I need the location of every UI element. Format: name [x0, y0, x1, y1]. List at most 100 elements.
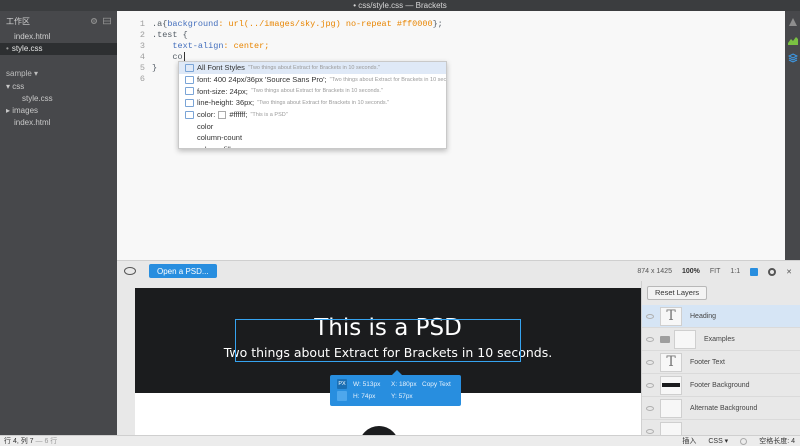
layer-item[interactable]: Alternate Background [642, 397, 800, 420]
zoom-level[interactable]: 100% [682, 268, 700, 275]
extract-hint-icon [185, 87, 194, 96]
working-file-item[interactable]: index.html [0, 31, 117, 43]
hint-text: color [197, 121, 214, 131]
layer-info-popover: PX W: 513px H: 74px X: 180px Y: 57px Cop… [330, 370, 461, 406]
code-line-1: .a{background: url(../images/sky.jpg) no… [152, 19, 443, 29]
toggle-measure-icon[interactable] [750, 267, 759, 276]
working-file-name: style.css [11, 44, 43, 53]
layer-y: Y: 57px [391, 393, 413, 400]
hint-source-note: "Two things about Extract for Brackets i… [250, 88, 383, 95]
extract-layers-icon[interactable] [788, 53, 798, 63]
code-hint-item[interactable]: column-fill [179, 144, 446, 148]
insert-mode-toggle[interactable]: 插入 [682, 436, 696, 446]
layer-item[interactable]: Footer Background [642, 374, 800, 397]
tree-item[interactable]: index.html [0, 117, 117, 129]
unit-toggle[interactable]: PX [337, 379, 347, 389]
layer-height: H: 74px [353, 393, 376, 400]
code-hint-item[interactable]: line-height: 36px; "Two things about Extr… [179, 97, 446, 109]
extract-toolbar: Open a PSD... 874 x 1425 100% FIT 1:1 ✕ [117, 260, 800, 281]
text-layer-thumbnail: T [660, 352, 682, 372]
cursor-position: 行 4, 列 7 [4, 438, 34, 445]
status-bar: 行 4, 列 7 — 6 行 插入 CSS ▾ 空格长度: 4 [0, 435, 800, 446]
extension-manager-icon[interactable] [788, 35, 798, 45]
layer-item[interactable]: T Heading [642, 305, 800, 328]
layer-selection-box [235, 319, 521, 362]
layer-name: Alternate Background [690, 404, 758, 412]
code-hint-item[interactable]: font: 400 24px/36px 'Source Sans Pro'; "T… [179, 74, 446, 86]
hint-color-value: #ffffff; [229, 110, 248, 120]
hint-text: All Font Styles [197, 63, 245, 73]
extract-hint-icon [185, 98, 194, 107]
layer-visibility-eye-icon[interactable] [646, 405, 654, 411]
layer-item[interactable] [642, 420, 800, 435]
layer-visibility-eye-icon[interactable] [646, 359, 654, 365]
extract-hint-icon [185, 75, 194, 84]
settings-gear-icon[interactable] [768, 267, 777, 276]
hint-text: font-size: 24px; [197, 86, 248, 96]
code-hint-item[interactable]: font-size: 24px; "Two things about Extrac… [179, 85, 446, 97]
psd-viewport[interactable]: This is a PSD Two things about Extract f… [117, 281, 641, 435]
copy-icon[interactable] [337, 391, 347, 401]
eye-icon[interactable] [124, 267, 136, 275]
file-tree: ▾ css style.css ▸ images index.html [0, 81, 117, 129]
split-view-icon[interactable] [103, 17, 111, 25]
toolbar-right [785, 11, 800, 260]
language-select[interactable]: CSS ▾ [708, 437, 728, 445]
code-hint-item[interactable]: column-count [179, 132, 446, 144]
layer-visibility-eye-icon[interactable] [646, 313, 654, 319]
unsaved-dot-icon: • [6, 44, 9, 53]
layer-thumbnail [660, 375, 682, 395]
layer-visibility-eye-icon[interactable] [646, 428, 654, 434]
folder-icon [660, 335, 670, 343]
layers-panel: Reset Layers T Heading Examples T Footer Tex… [641, 281, 800, 435]
line-number: 1 [139, 19, 145, 29]
line-number: 2 [139, 30, 145, 40]
working-file-item[interactable]: • style.css [0, 43, 117, 55]
layer-item[interactable]: T Footer Text [642, 351, 800, 374]
project-title-dropdown[interactable]: sample ▾ [0, 67, 117, 81]
tree-item[interactable]: ▾ css [0, 81, 117, 93]
linter-status-icon[interactable] [740, 437, 748, 445]
css-property: background [167, 19, 219, 29]
reset-layers-button[interactable]: Reset Layers [647, 286, 708, 300]
working-files-title: 工作区 [6, 16, 30, 26]
hint-text: column-count [197, 133, 243, 143]
layer-width: W: 513px [353, 381, 381, 388]
code-hints-dropdown[interactable]: All Font Styles "Two things about Extract… [178, 61, 447, 149]
line-number: 3 [139, 41, 145, 51]
gear-icon[interactable] [90, 17, 98, 25]
close-icon[interactable]: ✕ [786, 268, 792, 276]
copy-text-button[interactable]: Copy Text [422, 381, 451, 388]
tree-item[interactable]: style.css [0, 93, 117, 105]
working-files-header: 工作区 [0, 11, 117, 31]
code-hint-item[interactable]: color [179, 120, 446, 132]
line-count: — 6 行 [33, 438, 58, 445]
code-hint-item[interactable]: All Font Styles "Two things about Extract… [179, 62, 446, 74]
layer-x: X: 180px [391, 381, 417, 388]
open-psd-button[interactable]: Open a PSD... [149, 264, 217, 278]
color-swatch [218, 110, 227, 119]
text-layer-thumbnail: T [660, 306, 682, 326]
layer-visibility-eye-icon[interactable] [646, 336, 654, 342]
css-property: text-align [172, 41, 224, 51]
live-preview-icon[interactable] [788, 17, 798, 27]
hint-text: font: 400 24px/36px 'Source Sans Pro'; [197, 75, 327, 85]
psd-circle-shape[interactable] [359, 426, 399, 435]
layer-visibility-eye-icon[interactable] [646, 382, 654, 388]
code-hint-item[interactable]: color: #ffffff; "This is a PSD" [179, 109, 446, 121]
css-value: : url(../images/sky.jpg) no-repeat #ff00… [218, 19, 433, 29]
tree-item[interactable]: ▸ images [0, 105, 117, 117]
hint-source-note: "This is a PSD" [250, 111, 288, 118]
code-line-2: .test { [152, 30, 188, 40]
psd-canvas[interactable]: This is a PSD Two things about Extract f… [135, 288, 641, 435]
indent-setting[interactable]: 空格长度: 4 [759, 436, 795, 446]
layer-item[interactable]: Examples [642, 328, 800, 351]
layer-thumbnail [660, 421, 682, 435]
css-value: : center; [223, 41, 270, 51]
psd-dimensions: 874 x 1425 [637, 268, 672, 275]
layer-name: Examples [704, 335, 735, 343]
fit-button[interactable]: FIT [710, 268, 721, 275]
actual-size-button[interactable]: 1:1 [730, 268, 740, 275]
css-selector: .a [152, 19, 163, 29]
window-title: • css/style.css — Brackets [0, 0, 800, 11]
